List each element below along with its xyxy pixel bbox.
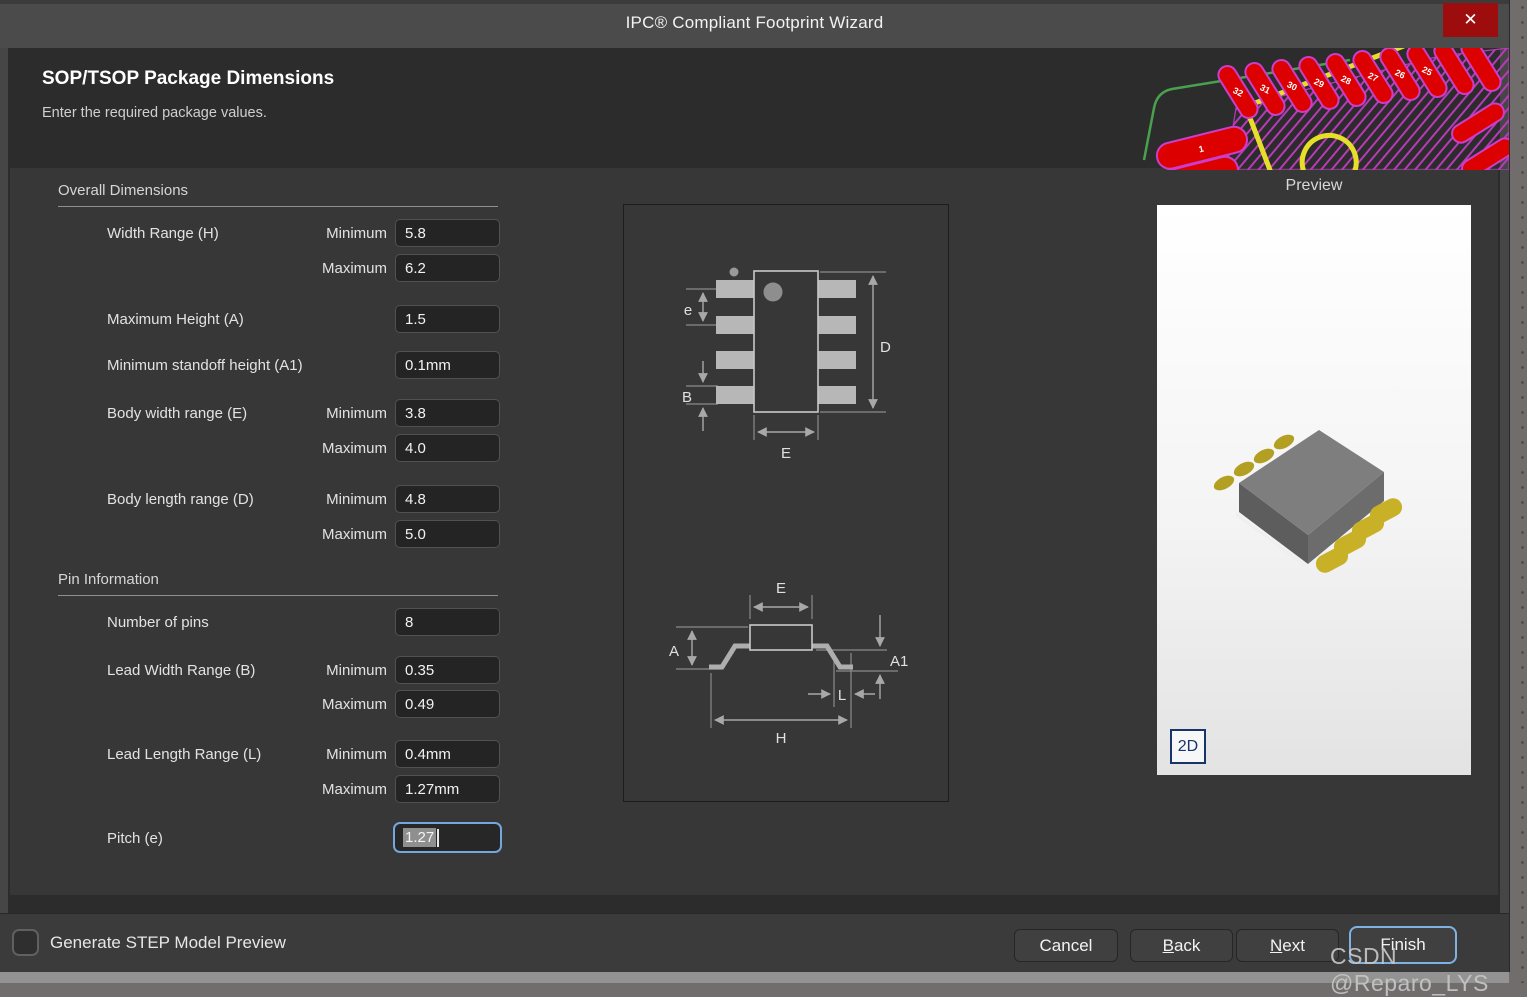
lead-width-min-input[interactable] [395, 656, 500, 684]
text-caret [437, 828, 439, 847]
minimum-label: Minimum [326, 225, 387, 242]
background-statusbar-strip [0, 972, 1509, 983]
pitch-input[interactable]: 1.27 [393, 822, 502, 853]
close-button[interactable]: ✕ [1443, 3, 1498, 37]
dim-label-H: H [776, 730, 787, 747]
lead-length-max-input[interactable] [395, 775, 500, 803]
package-diagram-panel: e B D E E A A1 L H [623, 204, 949, 802]
chip-3d-render [1213, 430, 1403, 573]
lead-width-max-input[interactable] [395, 690, 500, 718]
body-length-max-input[interactable] [395, 520, 500, 548]
standoff-input[interactable] [395, 351, 500, 379]
lead-length-min-input[interactable] [395, 740, 500, 768]
maximum-label: Maximum [321, 781, 387, 798]
generate-step-checkbox[interactable] [12, 929, 39, 956]
dim-label-A1: A1 [890, 653, 908, 670]
pin1-marker [763, 282, 783, 302]
dim-label-D: D [880, 339, 891, 356]
lead-length-label: Lead Length Range (L) [107, 746, 262, 763]
next-label: Next [1270, 935, 1305, 955]
minimum-label: Minimum [326, 662, 387, 679]
dim-label-e: e [684, 302, 692, 319]
section-overall-dimensions: Overall Dimensions [58, 182, 498, 207]
dim-label-A: A [669, 643, 679, 660]
2d-mode-button[interactable]: 2D [1170, 729, 1206, 764]
package-diagram: e B D E E A A1 L H [669, 267, 908, 747]
preview-3d-viewport[interactable]: 2D [1157, 205, 1471, 775]
lead-width-label: Lead Width Range (B) [107, 662, 256, 679]
body-width-label: Body width range (E) [107, 405, 248, 422]
close-icon: ✕ [1463, 10, 1478, 29]
page-subtitle: Enter the required package values. [42, 105, 267, 121]
page-title: SOP/TSOP Package Dimensions [42, 68, 335, 89]
minimum-label: Minimum [326, 405, 387, 422]
2d-mode-label: 2D [1177, 737, 1199, 755]
maximum-label: Maximum [321, 260, 387, 277]
pitch-label: Pitch (e) [107, 830, 163, 847]
num-pins-input[interactable] [395, 608, 500, 636]
width-range-label: Width Range (H) [107, 225, 219, 242]
width-min-input[interactable] [395, 219, 500, 247]
dim-label-L: L [838, 687, 846, 704]
preview-title: Preview [1285, 177, 1343, 194]
minimum-label: Minimum [326, 746, 387, 763]
section-pin-information: Pin Information [58, 571, 498, 596]
body-width-max-input[interactable] [395, 434, 500, 462]
back-label: Back [1162, 935, 1201, 955]
dim-label-E-side: E [776, 580, 786, 597]
minimum-label: Minimum [326, 491, 387, 508]
body-width-min-input[interactable] [395, 399, 500, 427]
back-button[interactable]: Back [1130, 929, 1233, 962]
window-title: IPC® Compliant Footprint Wizard [625, 13, 884, 32]
num-pins-label: Number of pins [107, 614, 209, 631]
width-max-input[interactable] [395, 254, 500, 282]
body-length-label: Body length range (D) [107, 491, 254, 508]
dim-label-B: B [682, 389, 692, 406]
maximum-label: Maximum [321, 526, 387, 543]
watermark: CSDN @Reparo_LYS [1330, 943, 1489, 996]
footprint-wizard-dialog: IPC® Compliant Footprint Wizard ✕ SOP/TS… [0, 0, 1510, 996]
cancel-label: Cancel [1039, 935, 1093, 955]
max-height-label: Maximum Height (A) [107, 311, 244, 328]
maximum-label: Maximum [321, 440, 387, 457]
dim-label-E-top: E [781, 445, 791, 462]
pitch-selected-text: 1.27 [403, 828, 437, 847]
pcb-footprint-artwork: 32 31 30 29 28 27 26 25 1 [1142, 48, 1509, 170]
body-length-min-input[interactable] [395, 485, 500, 513]
standoff-label: Minimum standoff height (A1) [107, 357, 303, 374]
generate-step-label: Generate STEP Model Preview [50, 933, 286, 952]
max-height-input[interactable] [395, 305, 500, 333]
maximum-label: Maximum [321, 696, 387, 713]
pin1-dot [729, 267, 739, 277]
cancel-button[interactable]: Cancel [1014, 929, 1118, 962]
next-button[interactable]: Next [1236, 929, 1339, 962]
